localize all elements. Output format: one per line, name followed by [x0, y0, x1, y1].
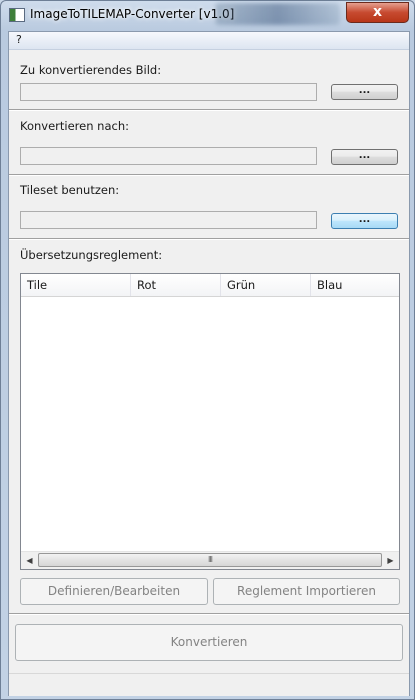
tileset-label: Tileset benutzen: — [20, 183, 120, 197]
separator — [9, 109, 409, 111]
column-header-blue[interactable]: Blau — [311, 274, 399, 296]
titlebar-glass-reflection — [215, 3, 340, 25]
separator — [9, 238, 409, 240]
separator — [9, 174, 409, 176]
status-bar — [9, 673, 409, 696]
separator — [9, 613, 409, 615]
convert-button[interactable]: Konvertieren — [15, 624, 403, 661]
scroll-right-icon[interactable]: ▶ — [382, 552, 399, 569]
scroll-thumb[interactable]: III — [38, 553, 382, 567]
input-image-browse-button[interactable]: ... — [331, 84, 398, 100]
table-header: Tile Rot Grün Blau — [21, 274, 399, 297]
close-button[interactable]: x — [346, 2, 409, 23]
title-bar[interactable]: ImageToTILEMAP-Converter [v1.0] x — [1, 1, 414, 29]
menu-help[interactable]: ? — [16, 33, 22, 46]
column-header-green[interactable]: Grün — [221, 274, 311, 296]
input-image-label: Zu konvertierendes Bild: — [20, 63, 162, 77]
tileset-field[interactable] — [20, 211, 317, 229]
client-area: ? Zu konvertierendes Bild: ... Konvertie… — [8, 31, 410, 696]
convert-to-browse-button[interactable]: ... — [331, 149, 398, 165]
rules-label: Übersetzungsreglement: — [20, 248, 163, 262]
tileset-browse-button[interactable]: ... — [331, 213, 398, 229]
app-icon — [9, 8, 25, 22]
input-image-field[interactable] — [20, 83, 317, 101]
define-edit-button[interactable]: Definieren/Bearbeiten — [20, 578, 208, 605]
convert-to-field[interactable] — [20, 147, 317, 165]
app-window: ImageToTILEMAP-Converter [v1.0] x ? Zu k… — [0, 0, 415, 700]
convert-to-label: Konvertieren nach: — [20, 119, 129, 133]
column-header-tile[interactable]: Tile — [21, 274, 131, 296]
import-rules-button[interactable]: Reglement Importieren — [213, 578, 400, 605]
column-header-red[interactable]: Rot — [131, 274, 221, 296]
rules-table[interactable]: Tile Rot Grün Blau ◀ III ▶ — [20, 273, 400, 570]
window-title: ImageToTILEMAP-Converter [v1.0] — [30, 7, 235, 21]
menu-bar: ? — [9, 32, 409, 50]
horizontal-scrollbar[interactable]: ◀ III ▶ — [21, 551, 399, 569]
scroll-left-icon[interactable]: ◀ — [21, 552, 38, 569]
